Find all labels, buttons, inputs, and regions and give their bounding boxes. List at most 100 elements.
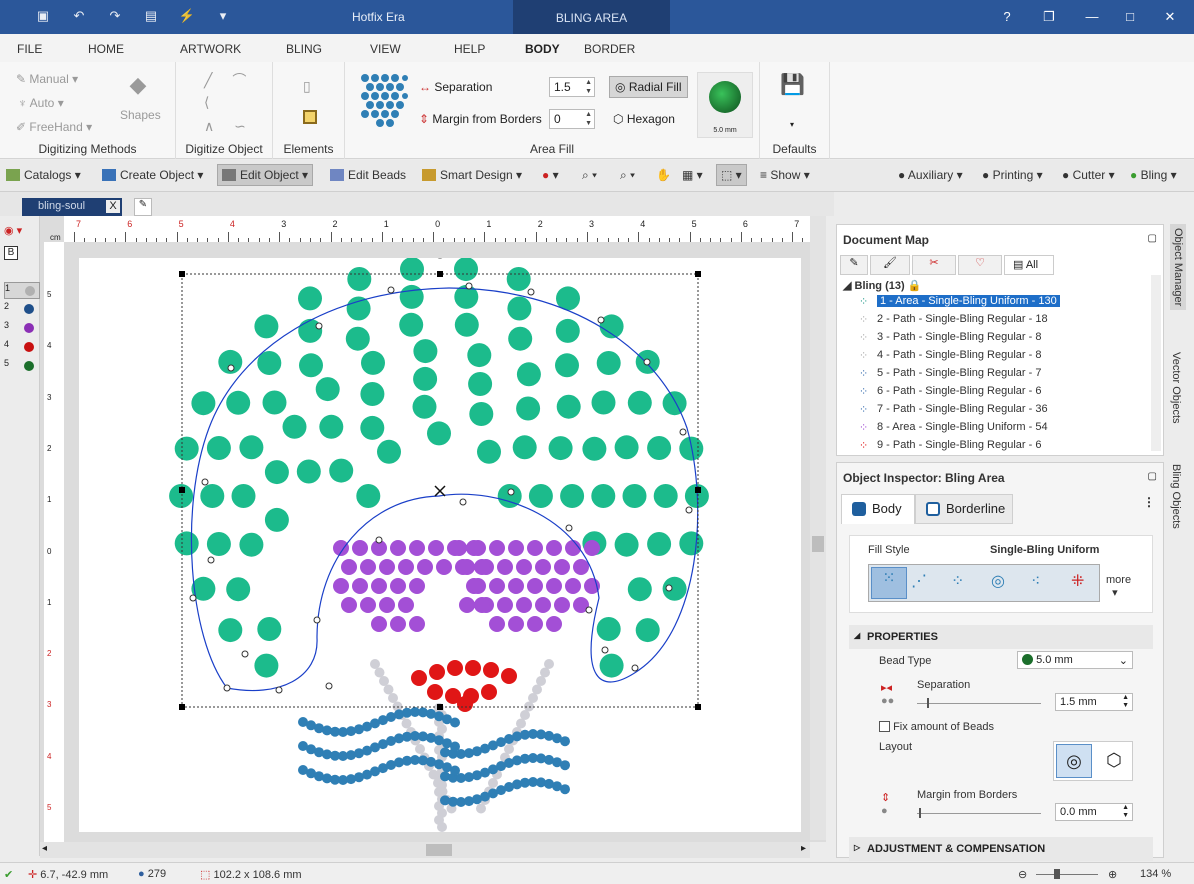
radial-fill-button[interactable]: ◎ Radial Fill [609,76,688,98]
defaults-icon[interactable]: 💾 [780,72,805,97]
pen-filter-icon[interactable]: ✎ [840,255,868,275]
manual-button[interactable]: ✎ Manual ▾ [16,72,78,86]
scroll-right-icon[interactable]: ▸ [801,843,806,854]
catalogs-button[interactable]: Catalogs ▾ [6,168,81,182]
zoom-out-button[interactable]: ⊖ [1018,868,1027,881]
color-row[interactable]: 4 [4,339,40,356]
fill-uniform-option[interactable]: ⁙ [871,567,907,599]
map-item[interactable]: ⁘ 6 - Path - Single-Bling Regular - 6 [859,385,1041,398]
design-canvas[interactable]: cm 7 6 5 4 3 2 1 0 1 2 3 4 5 6 7 5 4 3 2 1 0 1 2 3 4 5 [40,216,826,842]
cutter-button[interactable]: ● Cutter ▾ [1062,168,1115,182]
color-row[interactable]: 5 [4,358,40,375]
separation-input[interactable]: 1.5 mm ▲ ▼ [1055,693,1133,711]
tab-body-props[interactable]: Body [841,494,915,524]
color-tool-icon[interactable]: ● ▾ [542,168,559,182]
tab-artwork[interactable]: ARTWORK [180,42,241,56]
zoom-slider[interactable] [1036,869,1098,879]
uniform-fill-icon[interactable] [359,72,409,128]
map-item[interactable]: ⁘ 1 - Area - Single-Bling Uniform - 130 [859,295,1060,308]
color-row[interactable]: 2 [4,301,40,318]
slider-thumb[interactable] [927,698,929,708]
tab-home[interactable]: HOME [88,42,124,56]
panel-close-icon[interactable]: ▢ [1148,233,1157,244]
edit-object-button[interactable]: Edit Object ▾ [217,164,314,186]
tab-border[interactable]: BORDER [584,42,635,56]
smart-design-button[interactable]: Smart Design ▾ [422,168,522,182]
printing-button[interactable]: ● Printing ▾ [982,168,1043,182]
create-object-button[interactable]: Create Object ▾ [102,168,203,182]
map-scrollbar[interactable] [1151,275,1161,451]
color-row[interactable]: 3 [4,320,40,337]
color-row[interactable]: 1 [4,282,40,299]
zoom-slider-thumb[interactable] [1054,869,1060,879]
bling-button[interactable]: ● Bling ▾ [1130,168,1177,182]
horizontal-scroll-thumb[interactable] [426,844,452,856]
clipboard-icon[interactable]: ▤ [138,8,164,24]
shapes-button[interactable]: Shapes [120,108,161,122]
map-item[interactable]: ⁘ 2 - Path - Single-Bling Regular - 18 [859,313,1048,326]
minimize-button[interactable]: — [1075,0,1109,34]
undo-icon[interactable]: ↶ [66,8,92,24]
fill-style-gallery[interactable]: ⁙ ⋰ ⁘ ◎ ⁖ ⁜ [868,564,1100,602]
margin-input[interactable]: 0.0 mm ▲ ▼ [1055,803,1133,821]
fill-multi-option[interactable]: ⁜ [1071,571,1084,591]
all-filter-tab[interactable]: ▤ All [1004,255,1054,275]
slider-thumb[interactable] [919,808,921,818]
map-item[interactable]: ⁘ 3 - Path - Single-Bling Regular - 8 [859,331,1041,344]
zoom-icon[interactable]: ⌕ ▾ [582,168,597,183]
redo-icon[interactable]: ↷ [102,8,128,24]
bling-group[interactable]: ◢ Bling (13) 🔒 [843,279,921,292]
select-frame-icon[interactable]: ⬚ ▾ [716,164,747,186]
grid-icon[interactable]: ▦ ▾ [682,168,703,182]
tab-bling[interactable]: BLING [286,42,322,56]
tab-borderline[interactable]: Borderline [915,494,1013,524]
fill-radial-option[interactable]: ◎ [991,571,1005,591]
customize-qat-icon[interactable]: ▾ [210,8,236,24]
more-fill-styles[interactable]: more ▾ [1106,574,1131,599]
brush-filter-icon[interactable]: 🖌 [870,255,910,275]
tab-body[interactable]: BODY [525,42,560,56]
edit-beads-button[interactable]: Edit Beads [330,168,406,182]
map-item[interactable]: ⁘ 9 - Path - Single-Bling Regular - 6 [859,439,1041,452]
spin-arrows-icon[interactable]: ▲ ▼ [1122,694,1129,710]
panel-close-icon[interactable]: ▢ [1148,471,1157,482]
bead-type-select[interactable]: 5.0 mm ⌄ [1017,651,1133,669]
bead-preview[interactable]: 5.0 mm [697,72,753,138]
freehand-button[interactable]: ✐ FreeHand ▾ [16,120,92,134]
element-point-icon[interactable] [303,110,317,124]
fill-grid-option[interactable]: ⁘ [951,571,964,591]
zoom-area-icon[interactable]: ⌕ ▾ [620,168,635,183]
map-item[interactable]: ⁘ 5 - Path - Single-Bling Regular - 7 [859,367,1041,380]
curve-tools-icon[interactable]: ∧ ∽ [204,118,254,135]
bead-tool-icon[interactable]: ◉ ▾ [4,224,22,237]
show-button[interactable]: ≡ Show ▾ [760,168,810,182]
auto-button[interactable]: ♆ Auto ▾ [18,96,64,110]
radial-layout-icon[interactable]: ◎ [1056,744,1092,778]
help-button[interactable]: ? [990,0,1024,34]
bling-design[interactable] [79,253,801,832]
properties-header[interactable]: ◢ PROPERTIES [849,625,1153,649]
tab-file[interactable]: FILE [17,42,42,56]
save-icon[interactable]: ▣ [30,8,56,24]
tab-view[interactable]: VIEW [370,42,401,56]
scroll-left-icon[interactable]: ◂ [42,843,47,854]
tab-vector-objects[interactable]: Vector Objects [1170,352,1182,424]
fill-random-option[interactable]: ⁖ [1031,571,1040,591]
document-tab-close[interactable]: X [106,200,120,213]
vertical-scroll-thumb[interactable] [812,536,824,552]
tab-help[interactable]: HELP [454,42,485,56]
restore-ribbon-button[interactable]: ❐ [1032,0,1066,34]
new-document-icon[interactable]: ✎ [134,198,152,216]
adjustment-header[interactable]: ▷ ADJUSTMENT & COMPENSATION [849,837,1153,861]
horizontal-scrollbar[interactable]: ◂ ▸ [40,842,810,858]
hexagon-button[interactable]: ⬡ Hexagon [613,112,675,126]
margin-slider[interactable] [917,808,1041,818]
scissors-filter-icon[interactable]: ✂ [912,255,956,275]
element-frame-icon[interactable]: ▯ [303,78,311,95]
map-item[interactable]: ⁘ 8 - Area - Single-Bling Uniform - 54 [859,421,1048,434]
fill-fan-option[interactable]: ⋰ [911,571,927,591]
zoom-in-button[interactable]: ⊕ [1108,868,1117,881]
more-options-icon[interactable]: ⋮ [1143,495,1155,509]
defaults-dropdown-icon[interactable]: ▾ [790,120,794,129]
map-item[interactable]: ⁘ 4 - Path - Single-Bling Regular - 8 [859,349,1041,362]
